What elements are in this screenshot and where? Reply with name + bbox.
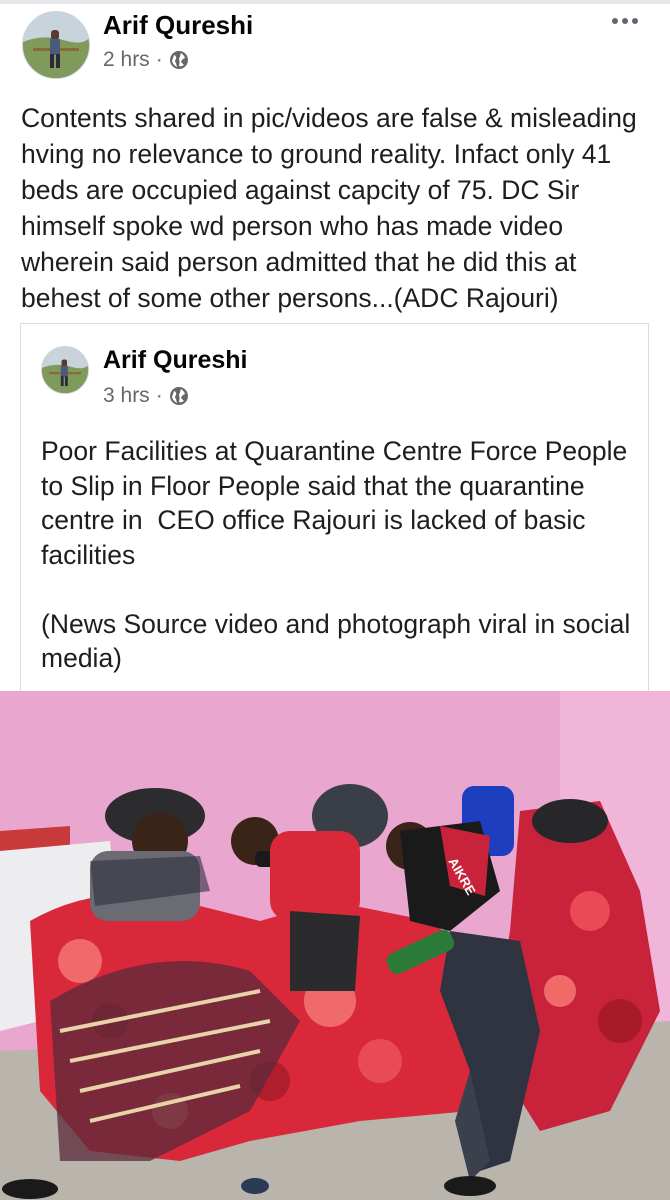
top-divider (0, 0, 670, 4)
shared-avatar-photo (42, 347, 88, 393)
globe-icon (169, 51, 188, 69)
post-body: Contents shared in pic/videos are false … (21, 103, 645, 313)
shared-post-timestamp[interactable]: 3 hrs (103, 384, 150, 408)
globe-icon (169, 387, 188, 405)
shared-meta-separator: · (155, 384, 163, 407)
author-avatar[interactable] (22, 11, 90, 79)
meta-separator: · (155, 48, 163, 71)
author-name[interactable]: Arif Qureshi (103, 10, 253, 41)
shared-post-body: Poor Facilities at Quarantine Centre For… (41, 436, 631, 673)
shared-post-meta: 3 hrs · (103, 384, 189, 408)
post-timestamp[interactable]: 2 hrs (103, 48, 150, 72)
shared-post-photo[interactable]: AIKRE (0, 691, 670, 1200)
shared-author-name[interactable]: Arif Qureshi (103, 346, 247, 375)
shared-author-avatar[interactable] (41, 346, 89, 394)
quarantine-room-photo: AIKRE (0, 691, 670, 1200)
more-options-icon[interactable] (612, 18, 638, 24)
post-meta: 2 hrs · (103, 48, 189, 72)
avatar-photo (23, 12, 89, 78)
